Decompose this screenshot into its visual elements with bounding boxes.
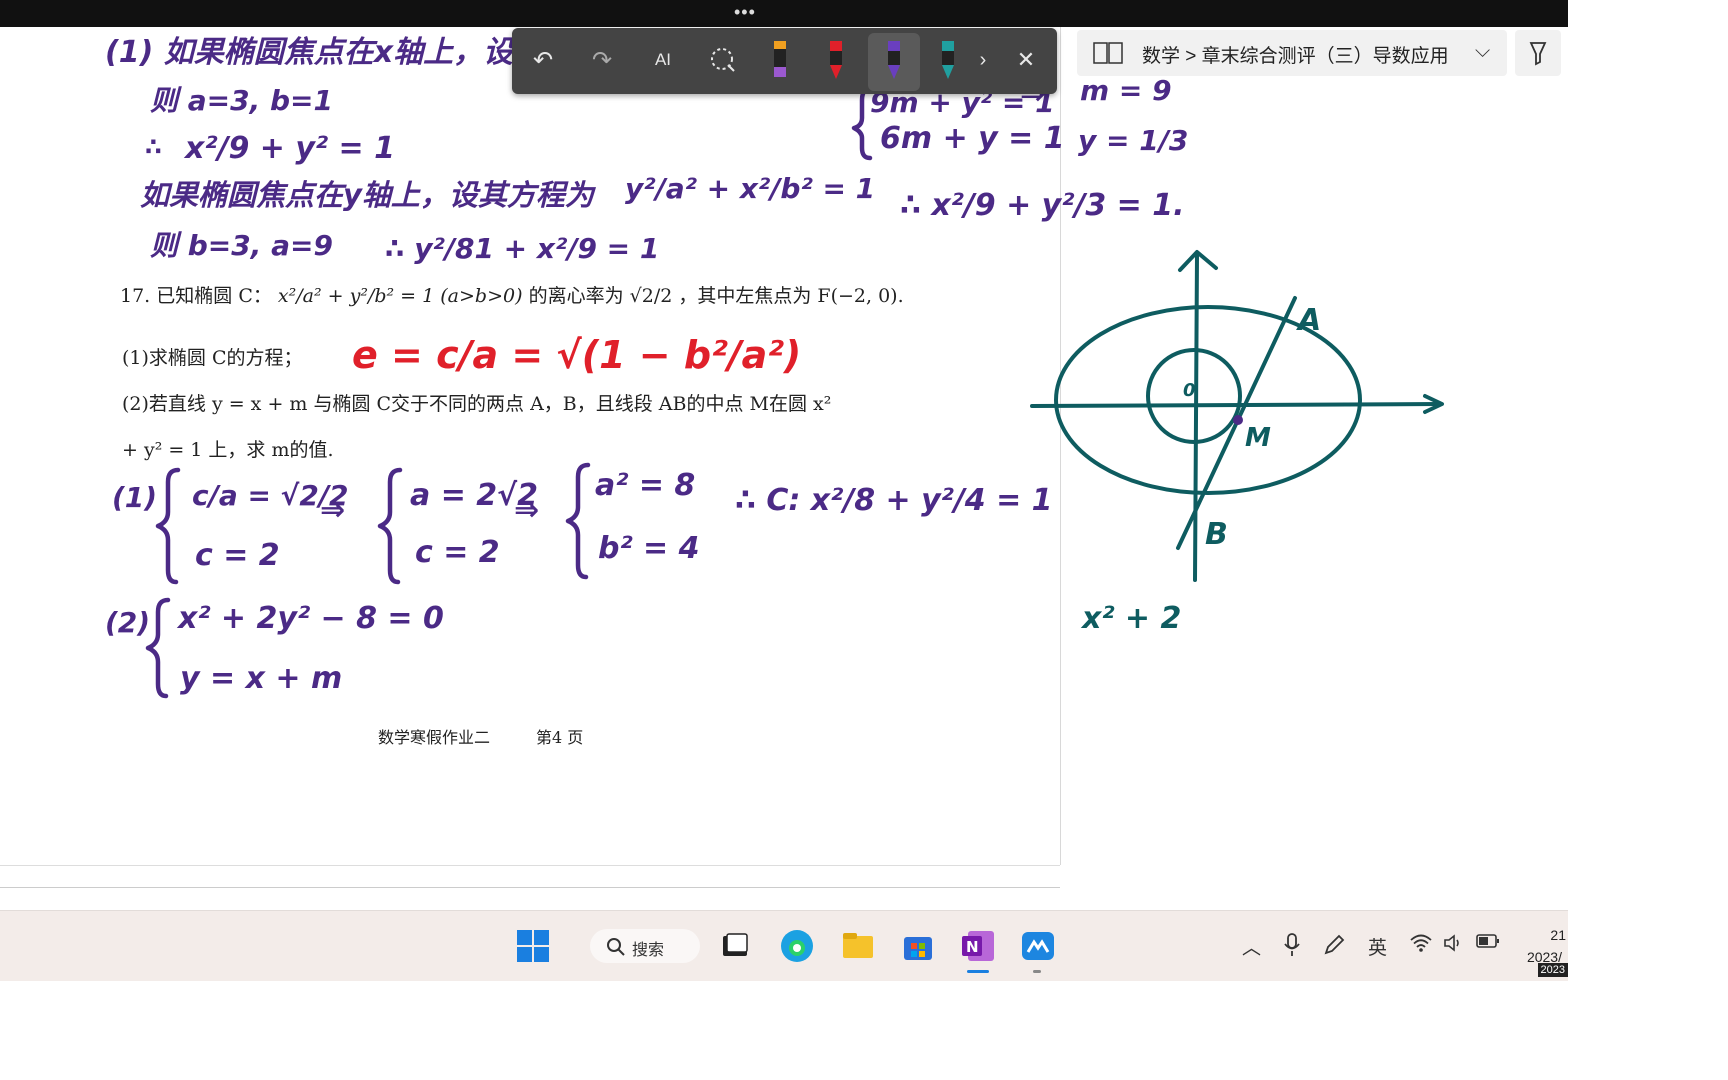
whiteboard-app-icon[interactable]: [1020, 928, 1056, 964]
battery-icon[interactable]: [1476, 933, 1500, 955]
pen-settings-icon[interactable]: [1322, 933, 1346, 963]
volume-icon[interactable]: [1443, 933, 1463, 959]
store-icon[interactable]: [900, 928, 936, 964]
page-divider: [0, 887, 1060, 888]
problem-eccentricity-value: √2/2: [629, 285, 673, 307]
chevron-up-icon[interactable]: ︿: [1242, 933, 1261, 960]
ink-to-text-icon[interactable]: AI: [645, 42, 681, 78]
problem-stem-prefix: 已知椭圆: [156, 285, 233, 307]
taskbar-search[interactable]: 搜索: [590, 929, 700, 963]
window-title-bar: •••: [0, 0, 1568, 27]
problem-stem-mid: 的离心率为: [528, 285, 624, 307]
breadcrumb-text: 数学 > 章末综合测评（三）导数应用: [1142, 46, 1449, 67]
active-app-indicator: [967, 970, 989, 973]
footer-page-number: 第4 页: [536, 728, 584, 747]
close-icon[interactable]: ✕: [1008, 42, 1044, 78]
problem-stem-suffix: ，其中左焦点为 F(−2, 0).: [678, 285, 904, 307]
onenote-icon[interactable]: N: [960, 928, 996, 964]
wifi-icon[interactable]: [1410, 933, 1432, 959]
question-1: (1)求椭圆 C的方程；: [122, 347, 303, 369]
file-explorer-icon[interactable]: [840, 928, 876, 964]
footer-title: 数学寒假作业二: [378, 728, 491, 747]
edge-browser-icon[interactable]: [779, 928, 815, 964]
undo-icon[interactable]: ↶: [525, 42, 561, 78]
lasso-select-icon[interactable]: [705, 42, 741, 78]
pen-purple-icon[interactable]: [876, 41, 912, 79]
microphone-icon[interactable]: [1283, 933, 1301, 963]
svg-text:N: N: [966, 938, 979, 956]
question-2-line1: (2)若直线 y = x + m 与椭圆 C交于不同的两点 A，B，且线段 AB…: [122, 393, 832, 415]
pin-icon[interactable]: [1515, 30, 1561, 76]
problem-stem: 17. 已知椭圆 C： x²/a² + y²/b² = 1 (a>b>0) 的离…: [120, 281, 904, 308]
notebook-breadcrumb[interactable]: 数学 > 章末综合测评（三）导数应用 ⌵: [1077, 30, 1507, 76]
search-label: 搜索: [632, 942, 665, 959]
running-app-indicator: [1033, 970, 1041, 973]
problem-number: 17.: [120, 285, 151, 307]
pen-toolbar: ↶ ↷ AI › ✕: [512, 28, 1057, 94]
problem-ellipse-equation: x²/a² + y²/b² = 1 (a>b>0): [277, 285, 523, 307]
start-icon[interactable]: [515, 928, 551, 964]
search-icon: [607, 938, 625, 956]
notebook-icon: [1093, 42, 1123, 64]
redo-icon[interactable]: ↷: [584, 42, 620, 78]
pen-black-orange-icon[interactable]: [762, 41, 798, 78]
page-divider: [0, 865, 1060, 866]
note-canvas[interactable]: [1061, 27, 1568, 887]
more-options-icon[interactable]: •••: [734, 2, 756, 23]
question-2-line2: + y² = 1 上，求 m的值.: [122, 439, 334, 461]
input-method-indicator[interactable]: 英: [1368, 933, 1387, 960]
clock-time[interactable]: 21: [1550, 927, 1566, 943]
problem-stem-c: C：: [238, 285, 272, 307]
next-icon[interactable]: ›: [965, 42, 1001, 78]
pen-red-icon[interactable]: [818, 41, 854, 79]
pen-teal-icon[interactable]: [930, 41, 966, 79]
task-view-icon[interactable]: [717, 928, 753, 964]
chevron-down-icon[interactable]: ⌵: [1475, 40, 1490, 63]
document-page: 17. 已知椭圆 C： x²/a² + y²/b² = 1 (a>b>0) 的离…: [0, 27, 1061, 865]
notification-badge[interactable]: 2023: [1537, 963, 1568, 977]
taskbar: 搜索 N ︿ 英 21 2023/ 2023: [0, 910, 1568, 981]
